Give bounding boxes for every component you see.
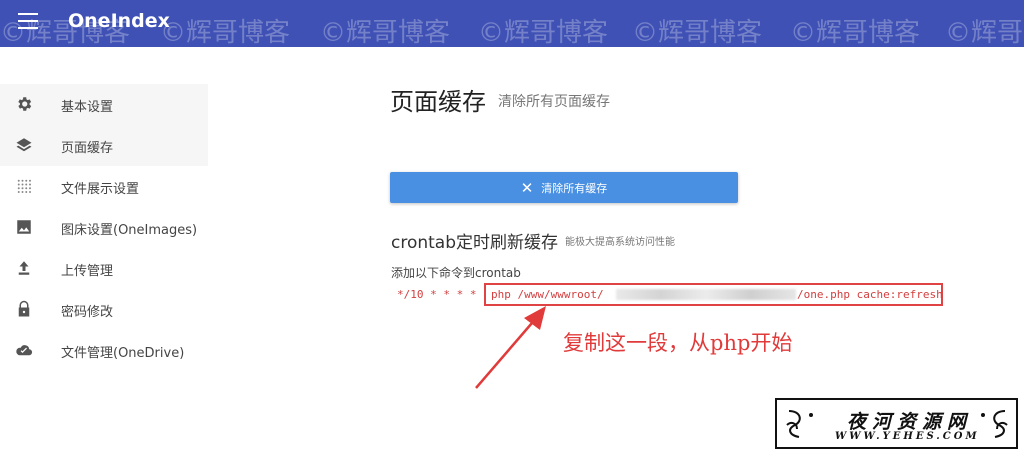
sidebar-item-label: 密码修改 bbox=[61, 305, 114, 320]
sidebar-item-onedrive[interactable]: 文件管理(OneDrive) bbox=[0, 330, 208, 371]
cron-schedule: */10 * * * * bbox=[397, 288, 477, 301]
app-title[interactable]: OneIndex bbox=[68, 10, 170, 32]
logo-text: 夜河资源网 bbox=[847, 411, 973, 433]
blurred-path bbox=[616, 289, 796, 300]
sidebar: 基本设置 页面缓存 文件展示设置 图床设置(OneImages) 上传管理 密码… bbox=[0, 84, 208, 371]
lock-icon bbox=[18, 300, 30, 317]
upload-icon bbox=[18, 261, 30, 275]
cron-section-title: crontab定时刷新缓存 bbox=[391, 233, 559, 253]
add-command-label: 添加以下命令到crontab bbox=[391, 266, 521, 280]
sidebar-item-label: 基本设置 bbox=[61, 100, 114, 115]
ornament-right-icon bbox=[981, 410, 1008, 438]
watermark-text: ©辉哥博客 bbox=[160, 18, 291, 48]
sidebar-item-image-hosting[interactable]: 图床设置(OneImages) bbox=[0, 207, 208, 248]
sidebar-item-label: 图床设置(OneImages) bbox=[61, 223, 198, 238]
sidebar-item-password[interactable]: 密码修改 bbox=[0, 289, 208, 330]
layers-icon bbox=[16, 138, 32, 152]
ornament-left-icon bbox=[786, 410, 813, 438]
command-highlight-box: php /www/wwwroot/ /one.php cache:refresh bbox=[484, 283, 943, 306]
sidebar-item-label: 页面缓存 bbox=[61, 141, 114, 156]
annotation-text: 复制这一段，从php开始 bbox=[563, 331, 793, 355]
command-start-text: php /www/wwwroot/ bbox=[491, 288, 604, 301]
clear-cache-label: 清除所有缓存 bbox=[541, 181, 608, 195]
menu-icon[interactable] bbox=[18, 13, 38, 31]
page-title: 页面缓存 bbox=[390, 88, 486, 116]
sidebar-item-file-display[interactable]: 文件展示设置 bbox=[0, 166, 208, 207]
cloud-icon bbox=[16, 345, 33, 356]
logo-url: WWW.YEHES.COM bbox=[835, 431, 980, 442]
sidebar-item-upload-manage[interactable]: 上传管理 bbox=[0, 248, 208, 289]
site-logo: 夜河资源网 WWW.YEHES.COM bbox=[775, 398, 1018, 449]
sidebar-item-page-cache[interactable]: 页面缓存 bbox=[0, 125, 208, 166]
command-end-text: /one.php cache:refresh bbox=[797, 288, 943, 301]
cron-section-subtitle: 能极大提高系统访问性能 bbox=[565, 237, 675, 248]
grid-dots-icon bbox=[17, 179, 31, 193]
image-icon bbox=[17, 220, 31, 234]
clear-cache-button[interactable]: ✕ 清除所有缓存 bbox=[390, 172, 738, 203]
page-subtitle: 清除所有页面缓存 bbox=[498, 94, 610, 110]
sidebar-item-label: 文件管理(OneDrive) bbox=[61, 346, 185, 361]
sidebar-item-basic-settings[interactable]: 基本设置 bbox=[0, 84, 208, 125]
gear-icon bbox=[18, 97, 32, 111]
sidebar-item-label: 文件展示设置 bbox=[61, 182, 140, 197]
close-icon: ✕ bbox=[520, 178, 534, 197]
annotation-arrow-icon bbox=[475, 306, 546, 389]
sidebar-item-label: 上传管理 bbox=[61, 264, 114, 279]
main-content: 页面缓存 清除所有页面缓存 ✕ 清除所有缓存 crontab定时刷新缓存 能极大… bbox=[390, 0, 1024, 454]
